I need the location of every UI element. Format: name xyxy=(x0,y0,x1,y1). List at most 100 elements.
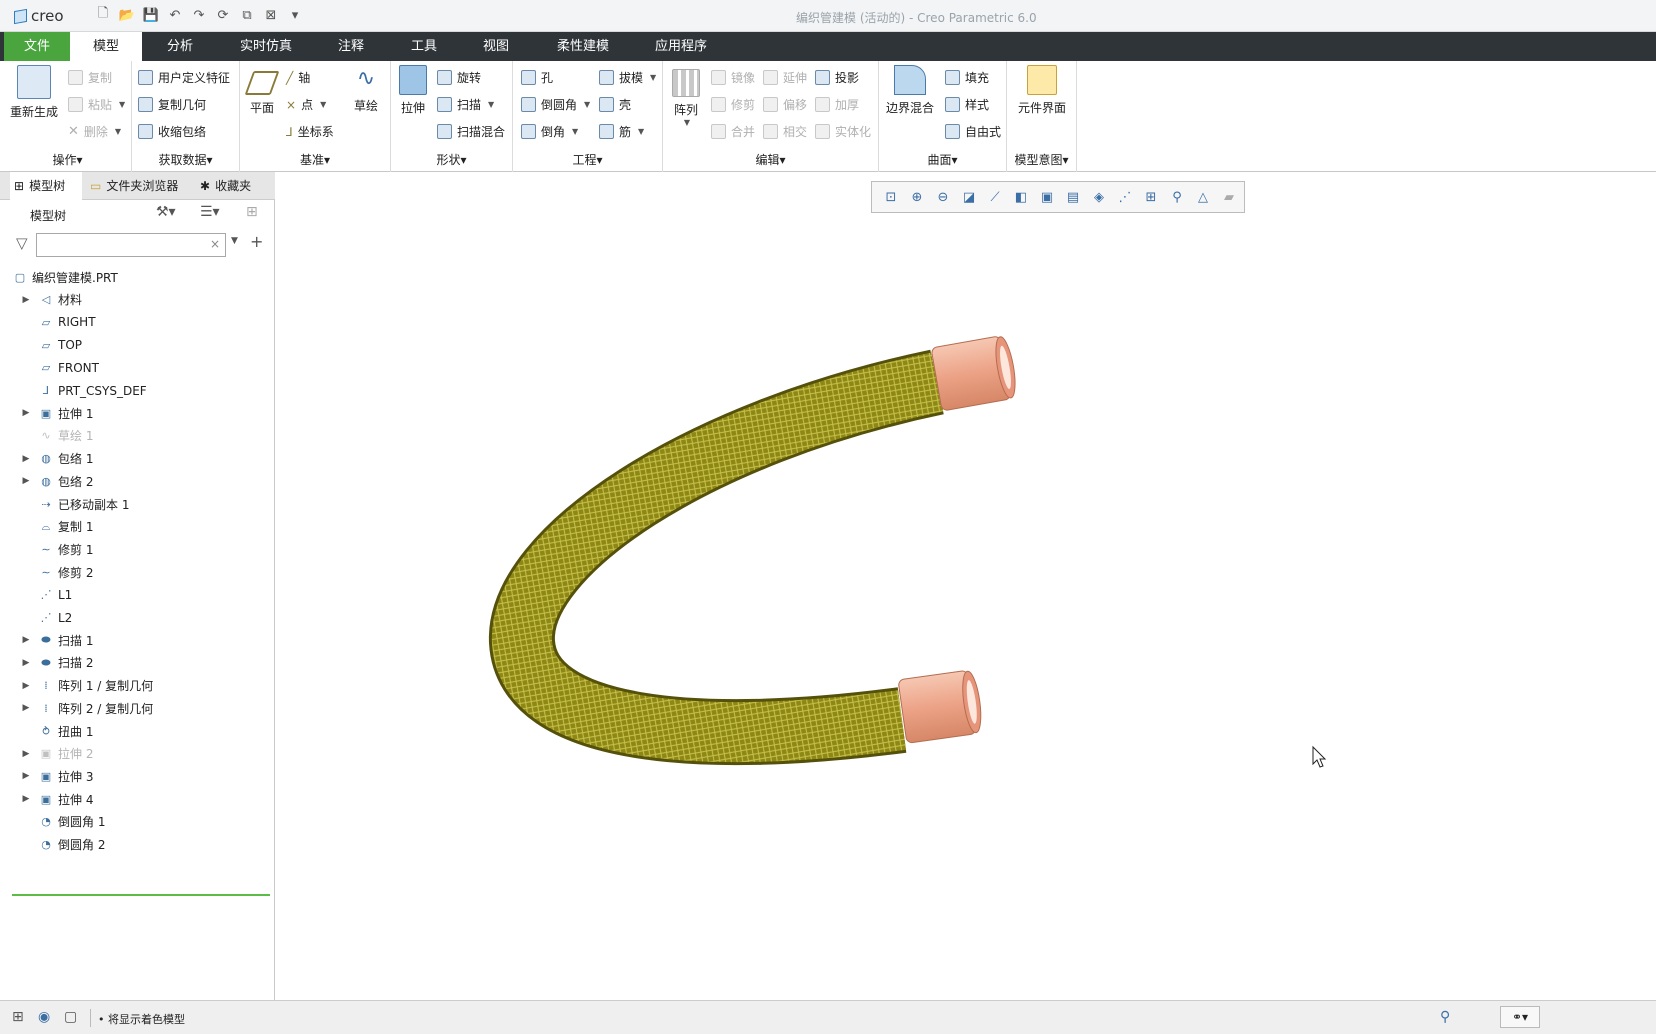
tree-item[interactable]: ▶ ▣ 拉伸 1 xyxy=(0,402,94,424)
tree-item[interactable]: ▢ 编织管建模.PRT xyxy=(0,266,118,288)
tree-item[interactable]: ▱ RIGHT xyxy=(0,311,96,333)
tab-flexible-modeling[interactable]: 柔性建模 xyxy=(546,32,620,61)
group-label-engineering[interactable]: 工程▾ xyxy=(513,151,662,168)
tree-item[interactable]: ⋰ L2 xyxy=(0,607,73,629)
group-label-operations[interactable]: 操作▾ xyxy=(4,151,131,168)
tree-item[interactable]: ⇢ 已移动副本 1 xyxy=(0,493,129,515)
tree-item[interactable]: ▶ ▣ 拉伸 2 xyxy=(0,743,94,765)
hole-button[interactable]: 孔 xyxy=(521,69,553,86)
csys-button[interactable]: ⅃ 坐标系 xyxy=(286,123,334,140)
tree-item[interactable]: ▶ ◍ 包络 2 xyxy=(0,470,94,492)
saved-orientations-icon[interactable]: ▣ xyxy=(1036,186,1058,208)
copy-button[interactable]: 复制 xyxy=(68,69,112,86)
undo-icon[interactable]: ↶ xyxy=(166,6,184,24)
tree-filter-icon[interactable]: ⊞ xyxy=(246,204,258,220)
tree-item[interactable]: ▶ ⁞ 阵列 2 / 复制几何 xyxy=(0,697,154,719)
tree-item[interactable]: ▱ TOP xyxy=(0,334,82,356)
tab-annotate[interactable]: 注释 xyxy=(322,32,380,61)
offset-button[interactable]: 偏移 xyxy=(763,96,807,113)
component-interface-button[interactable]: 元件界面 xyxy=(1011,65,1073,116)
tree-item[interactable]: ▶ ⁞ 阵列 1 / 复制几何 xyxy=(0,675,154,697)
paste-button[interactable]: 粘贴 ▼ xyxy=(68,96,125,113)
tree-item[interactable]: ⌓ 复制 1 xyxy=(0,516,94,538)
chamfer-button[interactable]: 倒角 ▼ xyxy=(521,123,578,140)
tab-applications[interactable]: 应用程序 xyxy=(644,32,718,61)
settings-icon[interactable]: ⚒▾ xyxy=(156,204,176,220)
appearance-icon[interactable]: △ xyxy=(1192,186,1214,208)
tree-item[interactable]: ▶ ▣ 拉伸 3 xyxy=(0,765,94,787)
customize-qat-icon[interactable]: ▾ xyxy=(286,6,304,24)
project-button[interactable]: 投影 xyxy=(815,69,859,86)
tree-item[interactable]: ▶ ▣ 拉伸 4 xyxy=(0,788,94,810)
tab-tools[interactable]: 工具 xyxy=(396,32,452,61)
filter-icon[interactable]: ▽ xyxy=(16,234,28,252)
tab-view[interactable]: 视图 xyxy=(468,32,524,61)
regenerate-icon[interactable]: ⟳ xyxy=(214,6,232,24)
group-label-model-intent[interactable]: 模型意图▾ xyxy=(1007,151,1076,168)
find-icon[interactable]: ⚭▾ xyxy=(1500,1006,1540,1028)
tab-model[interactable]: 模型 xyxy=(70,32,142,61)
windows-icon[interactable]: ⧉ xyxy=(238,6,256,24)
point-button[interactable]: × 点 ▼ xyxy=(286,96,326,113)
tab-favorites[interactable]: ✱ 收藏夹 xyxy=(196,172,266,200)
tree-item[interactable]: ▶ ◁ 材料 xyxy=(0,289,82,311)
copy-geometry-button[interactable]: 复制几何 xyxy=(138,96,206,113)
swept-blend-button[interactable]: 扫描混合 xyxy=(437,123,505,140)
fullscreen-icon[interactable]: ▢ xyxy=(64,1009,77,1025)
zoom-in-icon[interactable]: ⊕ xyxy=(906,186,928,208)
thicken-button[interactable]: 加厚 xyxy=(815,96,859,113)
display-style-icon[interactable]: ◧ xyxy=(1010,186,1032,208)
open-file-icon[interactable]: 📂 xyxy=(118,6,136,24)
datum-display-icon[interactable]: ⋰ xyxy=(1114,186,1136,208)
tab-file[interactable]: 文件 xyxy=(4,32,70,61)
selection-filter-icon[interactable]: ⚲ xyxy=(1440,1009,1450,1025)
hose-model[interactable] xyxy=(277,172,1656,1000)
sketch-button[interactable]: ∿ 草绘 xyxy=(348,65,384,114)
annotation-display-icon[interactable]: ⊞ xyxy=(1140,186,1162,208)
solidify-button[interactable]: 实体化 xyxy=(815,123,871,140)
plane-button[interactable]: 平面 xyxy=(244,65,280,116)
show-icon[interactable]: ☰▾ xyxy=(200,204,220,220)
intersect-button[interactable]: 相交 xyxy=(763,123,807,140)
expand-arrow-icon[interactable]: ▶ xyxy=(20,635,32,645)
save-icon[interactable]: 💾 xyxy=(142,6,160,24)
pause-regeneration-icon[interactable]: ▰ xyxy=(1218,186,1240,208)
expand-arrow-icon[interactable]: ▶ xyxy=(20,681,32,691)
tree-item[interactable]: ⥁ 扭曲 1 xyxy=(0,720,93,742)
expand-arrow-icon[interactable]: ▶ xyxy=(20,476,32,486)
browser-icon[interactable]: ◉ xyxy=(38,1009,50,1025)
merge-button[interactable]: 合并 xyxy=(711,123,755,140)
group-label-get-data[interactable]: 获取数据▾ xyxy=(132,151,239,168)
expand-arrow-icon[interactable]: ▶ xyxy=(20,703,32,713)
freestyle-button[interactable]: 自由式 xyxy=(945,123,1001,140)
tree-item[interactable]: ▶ ◍ 包络 1 xyxy=(0,448,94,470)
clear-icon[interactable]: × xyxy=(210,237,220,251)
group-label-shapes[interactable]: 形状▾ xyxy=(391,151,512,168)
tab-analysis[interactable]: 分析 xyxy=(150,32,210,61)
expand-arrow-icon[interactable]: ▶ xyxy=(20,771,32,781)
tab-model-tree[interactable]: ⊞ 模型树 xyxy=(10,172,82,200)
tree-item[interactable]: ▶ ⬬ 扫描 1 xyxy=(0,629,94,651)
search-input[interactable] xyxy=(36,233,226,257)
close-window-icon[interactable]: ⊠ xyxy=(262,6,280,24)
sweep-button[interactable]: 扫描 ▼ xyxy=(437,96,494,113)
group-label-surfaces[interactable]: 曲面▾ xyxy=(879,151,1006,168)
tab-live-simulation[interactable]: 实时仿真 xyxy=(226,32,306,61)
udf-button[interactable]: 用户定义特征 xyxy=(138,69,230,86)
insert-here-marker[interactable] xyxy=(12,894,270,896)
tree-item[interactable]: ▶ ⬬ 扫描 2 xyxy=(0,652,94,674)
expand-arrow-icon[interactable]: ▶ xyxy=(20,794,32,804)
search-dropdown-icon[interactable]: ▼ xyxy=(231,236,238,246)
expand-arrow-icon[interactable]: ▶ xyxy=(20,454,32,464)
refit-icon[interactable]: ⊡ xyxy=(880,186,902,208)
shrinkwrap-button[interactable]: 收缩包络 xyxy=(138,123,206,140)
trim-button[interactable]: 修剪 xyxy=(711,96,755,113)
perspective-icon[interactable]: ⟋ xyxy=(984,186,1006,208)
group-label-editing[interactable]: 编辑▾ xyxy=(663,151,878,168)
new-file-icon[interactable]: 🗋 xyxy=(94,6,112,24)
tree-item[interactable]: ◔ 倒圆角 1 xyxy=(0,811,105,833)
tree-item[interactable]: ⅃ PRT_CSYS_DEF xyxy=(0,380,147,402)
fill-button[interactable]: 填充 xyxy=(945,69,989,86)
graphics-window[interactable] xyxy=(277,172,1656,1000)
regenerate-button[interactable]: 重新生成 xyxy=(10,65,58,120)
